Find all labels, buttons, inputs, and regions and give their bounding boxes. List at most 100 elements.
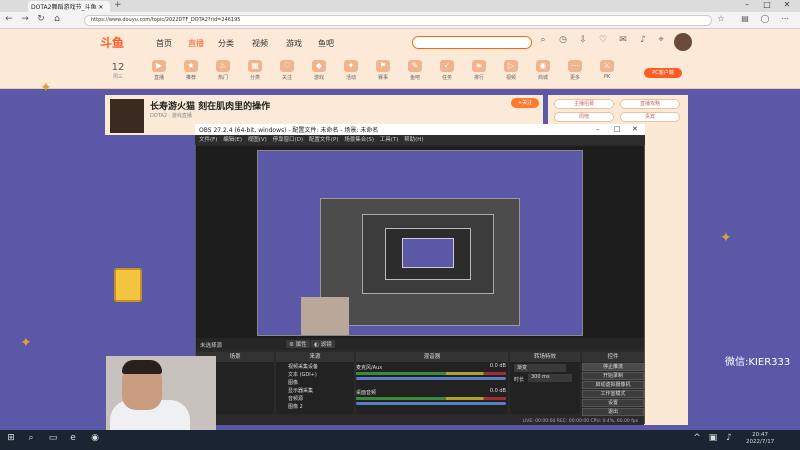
nav-yuba[interactable]: 鱼吧 <box>318 38 334 49</box>
nav-video[interactable]: 视频 <box>252 38 268 49</box>
category-item[interactable]: ⚔ PK <box>592 60 622 80</box>
source-item[interactable]: 显示器采集 <box>276 387 346 395</box>
category-item[interactable]: ⋯ 更多 <box>560 60 590 81</box>
category-item[interactable]: ▷ 视频 <box>496 60 526 81</box>
source-item[interactable]: 音频源 <box>276 395 346 403</box>
obs-maximize-icon[interactable]: □ <box>614 125 621 133</box>
menu-file[interactable]: 文件(F) <box>199 135 217 143</box>
category-item[interactable]: ▦ 分类 <box>240 60 270 81</box>
menu-profile[interactable]: 配置文件(P) <box>309 135 339 143</box>
promo-badge-icon[interactable] <box>114 268 142 302</box>
obs-close-icon[interactable]: ✕ <box>632 125 638 133</box>
mixer-dock-title: 混音器 <box>356 352 508 362</box>
notification-icon[interactable]: ♪ <box>636 35 650 49</box>
location-icon[interactable]: ⌖ <box>654 35 668 49</box>
search-input[interactable] <box>412 36 532 49</box>
category-item[interactable]: ◆ 游戏 <box>304 60 334 81</box>
category-item[interactable]: ✦ 活动 <box>336 60 366 81</box>
nav-home[interactable]: 首页 <box>156 38 172 49</box>
category-item[interactable]: ≡ 排行 <box>464 60 494 81</box>
settings-button[interactable]: 设置 <box>582 399 644 407</box>
obs-taskbar-icon[interactable]: ◉ <box>88 433 102 447</box>
start-recording-button[interactable]: 开始录制 <box>582 372 644 380</box>
transition-select[interactable]: 渐变 <box>514 364 566 372</box>
new-tab-button[interactable]: + <box>114 0 122 10</box>
stop-streaming-button[interactable]: 停止推流 <box>582 363 644 371</box>
menu-edit[interactable]: 编辑(E) <box>223 135 242 143</box>
edge-browser-icon[interactable]: e <box>66 433 80 447</box>
duration-input[interactable]: 300 ms <box>528 374 572 382</box>
category-item[interactable]: ✎ 鱼吧 <box>400 60 430 81</box>
download-icon[interactable]: ⇩ <box>576 35 590 49</box>
exit-button[interactable]: 退出 <box>582 408 644 416</box>
category-item[interactable]: ♨ 热门 <box>208 60 238 81</box>
message-icon[interactable]: ✉ <box>616 35 630 49</box>
source-item[interactable]: 文本 (GDI+) <box>276 371 346 379</box>
browser-tab[interactable]: DOTA2舞蹈游戏节_斗鱼 ✕ <box>28 1 110 12</box>
minimize-icon[interactable]: – <box>740 0 754 12</box>
network-icon[interactable]: ▣ <box>706 433 720 447</box>
search-icon[interactable]: ⌕ <box>536 35 550 49</box>
volume-icon[interactable]: ♪ <box>722 433 736 447</box>
taskbar-clock[interactable]: 20:47 2022/7/17 <box>746 432 774 446</box>
tray-arrow-icon[interactable]: ^ <box>690 433 704 447</box>
weekly-rank-button[interactable]: 周榜 <box>554 112 614 122</box>
file-explorer-icon[interactable]: ▭ <box>46 433 60 447</box>
menu-view[interactable]: 视图(V) <box>248 135 267 143</box>
follow-button[interactable]: +关注 <box>511 98 539 108</box>
site-logo[interactable]: 斗鱼 <box>100 34 124 51</box>
category-item[interactable]: ♡ 关注 <box>272 60 302 81</box>
menu-dots-icon[interactable]: ⋯ <box>780 14 790 26</box>
menu-docks[interactable]: 停靠窗口(D) <box>273 135 304 143</box>
vip-button[interactable]: 贵宾 <box>620 112 680 122</box>
transitions-dock-title: 转场特效 <box>510 352 580 362</box>
category-item[interactable]: ⚑ 赛事 <box>368 60 398 81</box>
channel-name: 桌面音频 <box>356 390 377 396</box>
menu-scene-collection[interactable]: 场景集合(S) <box>344 135 374 143</box>
volume-slider[interactable] <box>356 377 506 380</box>
follow-list-icon[interactable]: ♡ <box>596 35 610 49</box>
source-item[interactable]: 图像 2 <box>276 403 346 411</box>
refresh-icon[interactable]: ↻ <box>36 14 46 26</box>
url-field[interactable]: https://www.douyu.com/topic/2022DTF_DOTA… <box>84 15 712 26</box>
nav-category[interactable]: 分类 <box>218 38 234 49</box>
back-icon[interactable]: ← <box>4 14 14 26</box>
history-icon[interactable]: ◷ <box>556 35 570 49</box>
channel-name: 麦克风/Aux <box>356 365 383 371</box>
category-item[interactable]: ▶ 直播 <box>144 60 174 81</box>
user-avatar[interactable] <box>674 33 692 51</box>
nav-live[interactable]: 直播 <box>188 38 204 49</box>
virtual-camera-button[interactable]: 启动虚拟摄像机 <box>582 381 644 389</box>
favorite-star-icon[interactable]: ☆ <box>716 14 726 26</box>
clock-date: 2022/7/17 <box>746 439 775 445</box>
maximize-icon[interactable]: □ <box>760 0 774 12</box>
category-item[interactable]: ✓ 任务 <box>432 60 462 81</box>
source-item[interactable]: 视频采集设备 <box>276 363 346 371</box>
collections-icon[interactable]: ▤ <box>740 14 750 26</box>
properties-button[interactable]: ⚙ 属性 <box>286 340 310 348</box>
category-item[interactable]: ★ 推荐 <box>176 60 206 81</box>
streamer-avatar[interactable] <box>110 99 144 133</box>
home-icon[interactable]: ⌂ <box>52 14 62 26</box>
taskbar-search-icon[interactable]: ⌕ <box>24 433 38 447</box>
category-item[interactable]: ◉ 商城 <box>528 60 558 81</box>
obs-minimize-icon[interactable]: – <box>596 125 600 133</box>
source-item[interactable]: 图像 <box>276 379 346 387</box>
windows-start-icon[interactable]: ⊞ <box>4 433 18 447</box>
menu-help[interactable]: 帮助(H) <box>404 135 423 143</box>
studio-mode-button[interactable]: 工作室模式 <box>582 390 644 398</box>
date-label: 周三 <box>112 74 123 80</box>
menu-tools[interactable]: 工具(T) <box>380 135 399 143</box>
nav-game[interactable]: 游戏 <box>286 38 302 49</box>
obs-menu-bar: 文件(F) 编辑(E) 视图(V) 停靠窗口(D) 配置文件(P) 场景集合(S… <box>195 135 645 145</box>
filters-button[interactable]: ◐ 滤镜 <box>311 340 335 348</box>
guide-button[interactable]: 直播攻略 <box>620 99 680 109</box>
clock-time: 20:47 <box>752 432 769 438</box>
close-icon[interactable]: ✕ <box>780 0 794 12</box>
recruit-button[interactable]: 主播招募 <box>554 99 614 109</box>
profile-icon[interactable]: ◯ <box>760 14 770 26</box>
pc-client-button[interactable]: PC客户端 <box>644 68 682 78</box>
forward-icon[interactable]: → <box>20 14 30 26</box>
volume-slider[interactable] <box>356 402 506 405</box>
mixer-channel: 桌面音频 0.0 dB <box>356 388 506 408</box>
